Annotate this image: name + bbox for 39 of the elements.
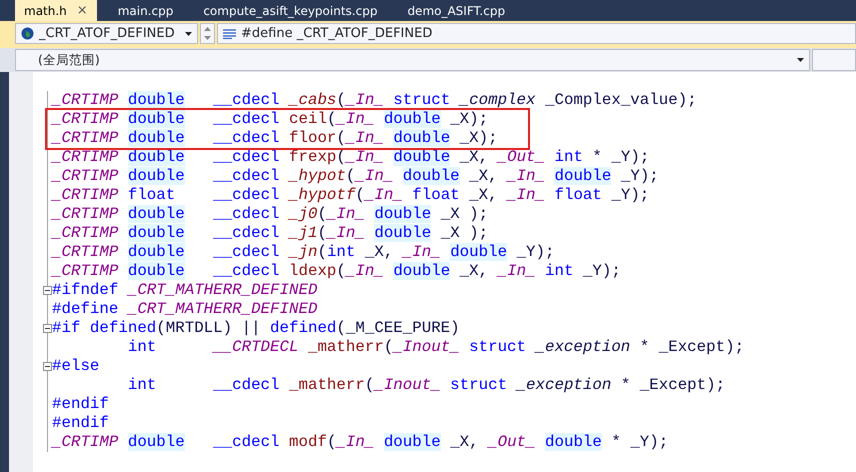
code-line: #if defined(MRTDLL) || defined(_M_CEE_PURE) (52, 319, 460, 338)
code-line: int __cdecl _matherr(_Inout_ struct _exception * _Except); (126, 376, 726, 395)
member-dropdown[interactable]: #define _CRT_ATOF_DEFINED (217, 23, 856, 44)
code-line: _CRTIMP float __cdecl _hypotf(_In_ float _X, _In_ float _Y); (52, 186, 650, 205)
code-line: #endif (52, 395, 109, 414)
code-line: _CRTIMP double __cdecl _hypot(_In_ double _X, _In_ double _Y); (52, 167, 659, 186)
file-tab[interactable]: compute_asift_keypoints.cpp (194, 0, 386, 21)
collapse-icon[interactable] (43, 324, 52, 333)
dropdown-arrow-icon (185, 32, 192, 36)
code-line: _CRTIMP double __cdecl _j1(_In_ double _X ); (52, 224, 488, 243)
code-line: _CRTIMP double __cdecl _cabs(_In_ struct _complex _Complex_value); (52, 91, 697, 110)
collapse-icon[interactable] (43, 362, 52, 371)
code-line: _CRTIMP double __cdecl ceil(_In_ double _X); (52, 110, 488, 129)
code-line: int __CRTDECL _matherr(_Inout_ struct _exception * _Except); (126, 338, 744, 357)
code-line: #define _CRT_MATHERR_DEFINED (52, 300, 318, 319)
code-line: #endif (52, 414, 109, 433)
globe-icon (21, 27, 34, 40)
code-line: #else (52, 357, 100, 376)
down-arrow-icon (204, 36, 211, 40)
code-line: _CRTIMP double __cdecl frexp(_In_ double _X, _Out_ int * _Y); (52, 148, 650, 167)
up-arrow-icon (204, 26, 211, 31)
type-value: _CRT_ATOF_DEFINED (39, 24, 176, 43)
list-icon (223, 28, 236, 38)
code-line: _CRTIMP double __cdecl ldexp(_In_ double _X, _In_ int _Y); (52, 262, 621, 281)
spin-button[interactable] (200, 23, 215, 44)
code-line: #ifndef _CRT_MATHERR_DEFINED (52, 281, 318, 300)
code-line: _CRTIMP double __cdecl _jn(int _X, _In_ double _Y); (52, 243, 554, 262)
code-line: _CRTIMP double __cdecl floor(_In_ double _X); (52, 129, 498, 148)
scope-dropdown[interactable]: (全局范围) (15, 49, 810, 71)
file-tab[interactable]: math.h × (15, 0, 97, 21)
file-tab[interactable]: main.cpp (108, 0, 182, 21)
member-value: #define _CRT_ATOF_DEFINED (241, 24, 432, 43)
collapse-icon[interactable] (43, 286, 52, 295)
file-tab[interactable]: demo_ASIFT.cpp (398, 0, 514, 21)
code-line: _CRTIMP double __cdecl modf(_In_ double _X, _Out_ double * _Y); (52, 433, 668, 452)
type-dropdown[interactable]: _CRT_ATOF_DEFINED (15, 23, 198, 44)
code-line: _CRTIMP double __cdecl _j0(_In_ double _X ); (52, 205, 488, 224)
dropdown-arrow-icon (797, 58, 804, 62)
close-icon[interactable]: × (76, 0, 88, 20)
